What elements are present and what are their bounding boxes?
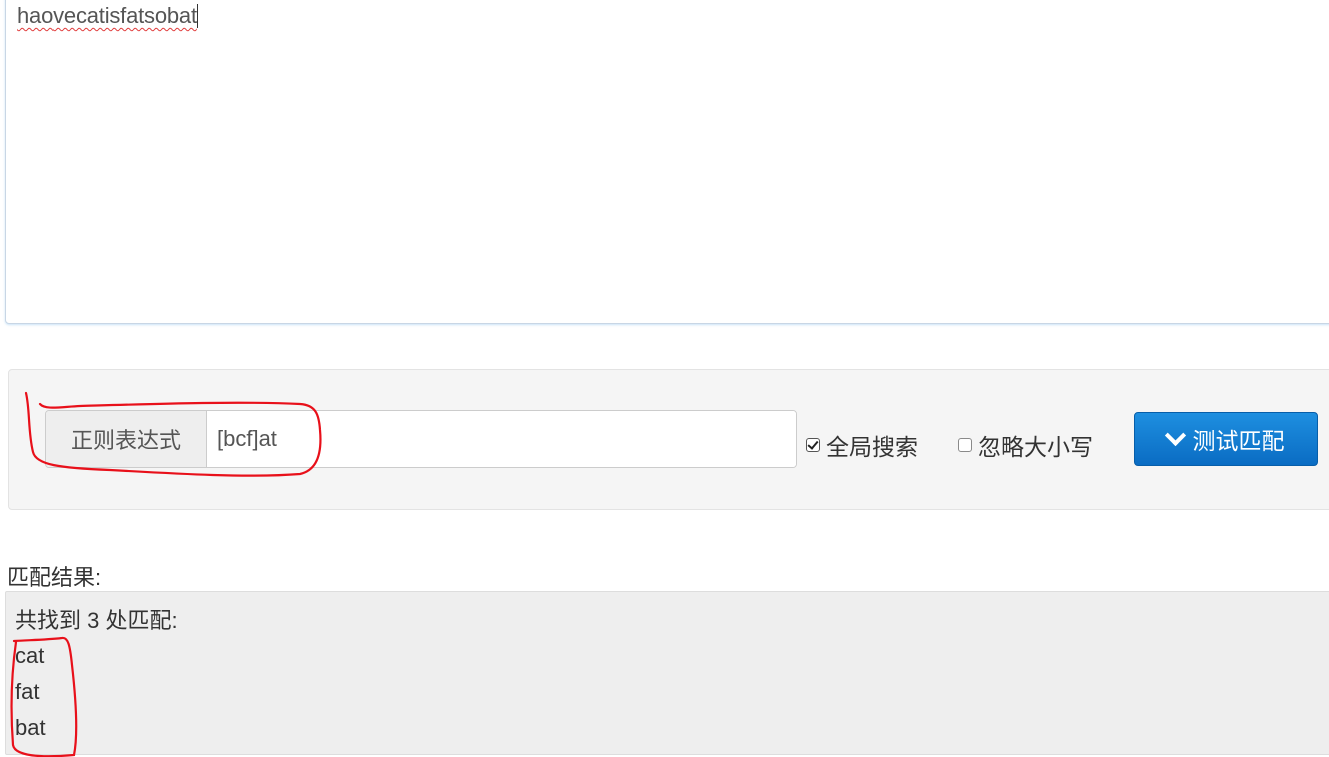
result-heading: 匹配结果: <box>7 565 102 590</box>
text-caret <box>196 4 198 28</box>
source-text-part-1: hao <box>17 3 54 28</box>
regex-pattern-input[interactable] <box>207 411 796 467</box>
source-text-area[interactable]: haovecatisfatsobat <box>5 0 1329 324</box>
match-item: fat <box>15 679 40 704</box>
source-text: haovecatisfatsobat <box>17 3 198 29</box>
regex-input-group: 正则表达式 <box>45 410 797 468</box>
test-match-button-label: 测试匹配 <box>1192 428 1285 454</box>
source-text-part-2: vecatisfatsobat <box>53 3 197 28</box>
test-match-button[interactable]: 测试匹配 <box>1134 412 1318 466</box>
regex-toolbar: 正则表达式 全局搜索 忽略大小写 测试匹配 <box>8 369 1329 510</box>
regex-addon-label: 正则表达式 <box>46 411 207 467</box>
match-item: cat <box>15 643 45 668</box>
global-search-checkbox[interactable] <box>806 438 820 452</box>
global-search-label: 全局搜索 <box>826 434 918 460</box>
ignore-case-checkbox[interactable] <box>958 438 972 452</box>
result-panel: 共找到 3 处匹配: cat fat bat <box>5 591 1329 755</box>
chevron-down-icon <box>1164 424 1186 447</box>
global-search-option[interactable]: 全局搜索 <box>806 428 918 462</box>
ignore-case-label: 忽略大小写 <box>978 434 1093 460</box>
result-summary: 共找到 3 处匹配: <box>15 608 178 633</box>
match-item: bat <box>15 715 46 740</box>
regex-tester-page: haovecatisfatsobat 正则表达式 全局搜索 忽略大小写 测试匹配… <box>0 0 1329 757</box>
ignore-case-option[interactable]: 忽略大小写 <box>958 428 1093 462</box>
